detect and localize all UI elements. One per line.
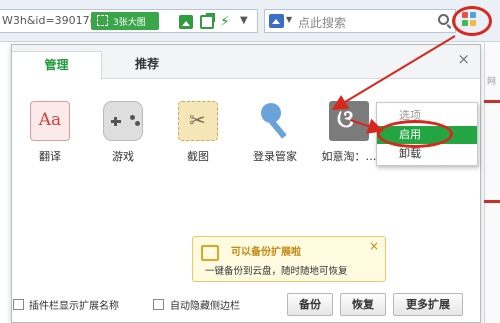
restore-button[interactable]: 恢复 bbox=[340, 293, 386, 316]
panel-footer: 插件栏显示扩展名称 自动隐藏侧边栏 备份 恢复 更多扩展 bbox=[11, 290, 481, 323]
engine-dropdown-icon[interactable]: ▼ bbox=[286, 15, 292, 24]
tooltip-title: 可以备份扩展啦 bbox=[231, 247, 301, 258]
url-text: W3h&id=39017( bbox=[2, 14, 94, 27]
gamepad-icon bbox=[103, 101, 143, 141]
ruyitao-icon: ଓ bbox=[329, 101, 369, 141]
tab-manage[interactable]: 管理 bbox=[12, 51, 102, 80]
extension-login-manager[interactable]: 登录管家 bbox=[243, 101, 307, 173]
extension-ruyitao[interactable]: ଓ 如意淘：… bbox=[317, 101, 381, 173]
address-bar[interactable]: W3h&id=39017( 3张大图 ⚡ ▼ bbox=[0, 9, 258, 33]
close-icon[interactable]: × bbox=[457, 50, 470, 68]
extension-label: 如意淘：… bbox=[321, 150, 377, 163]
more-extensions-button[interactable]: 更多扩展 bbox=[393, 293, 463, 316]
image-icon[interactable] bbox=[179, 15, 193, 29]
search-box[interactable]: ▼ 点此搜索 bbox=[264, 9, 456, 33]
tab-recommend[interactable]: 推荐 bbox=[102, 51, 192, 79]
backup-icon bbox=[201, 245, 219, 261]
extension-label: 翻译 bbox=[39, 150, 61, 163]
extension-label: 游戏 bbox=[112, 150, 134, 163]
menu-item-uninstall[interactable]: 卸载 bbox=[377, 145, 477, 163]
browser-toolbar: W3h&id=39017( 3张大图 ⚡ ▼ ▼ 点此搜索 bbox=[0, 0, 500, 42]
auto-hide-label: 自动隐藏侧边栏 bbox=[170, 301, 240, 312]
search-icon[interactable] bbox=[438, 14, 449, 25]
share-icon[interactable] bbox=[200, 13, 215, 29]
show-names-label: 插件栏显示扩展名称 bbox=[29, 301, 119, 312]
scissors-icon: ✂ bbox=[178, 101, 218, 141]
screenshot-icon bbox=[97, 15, 108, 26]
background-divider bbox=[484, 200, 500, 203]
tab-strip: 管理 推荐 × bbox=[12, 45, 480, 80]
backup-button[interactable]: 备份 bbox=[287, 293, 333, 316]
extension-translate[interactable]: Aa 翻译 bbox=[18, 101, 82, 173]
close-icon[interactable]: × bbox=[369, 239, 379, 253]
extension-game[interactable]: 游戏 bbox=[91, 101, 155, 173]
extension-label: 截图 bbox=[187, 150, 209, 163]
search-input[interactable]: 点此搜索 bbox=[298, 14, 346, 31]
key-icon bbox=[255, 101, 295, 141]
extension-screenshot[interactable]: ✂ 截图 bbox=[166, 101, 230, 173]
highlight-circle-enable bbox=[377, 120, 453, 148]
translate-icon: Aa bbox=[30, 101, 70, 141]
background-text: 网 bbox=[487, 77, 497, 87]
auto-hide-checkbox[interactable] bbox=[153, 299, 164, 310]
backup-tooltip: 可以备份扩展啦 × 一键备份到云盘，随时随地可恢复 bbox=[192, 236, 386, 282]
extension-label: 登录管家 bbox=[253, 150, 297, 163]
search-engine-icon[interactable] bbox=[269, 14, 284, 28]
lightning-icon[interactable]: ⚡ bbox=[220, 15, 234, 29]
highlight-circle-extensions bbox=[452, 6, 492, 36]
screenshot-button[interactable]: 3张大图 bbox=[91, 12, 159, 30]
screenshot-label: 3张大图 bbox=[113, 18, 146, 28]
tooltip-body: 一键备份到云盘，随时随地可恢复 bbox=[205, 266, 348, 277]
background-divider bbox=[484, 100, 500, 103]
chevron-down-icon[interactable]: ▼ bbox=[240, 15, 248, 26]
show-names-checkbox[interactable] bbox=[13, 299, 24, 310]
